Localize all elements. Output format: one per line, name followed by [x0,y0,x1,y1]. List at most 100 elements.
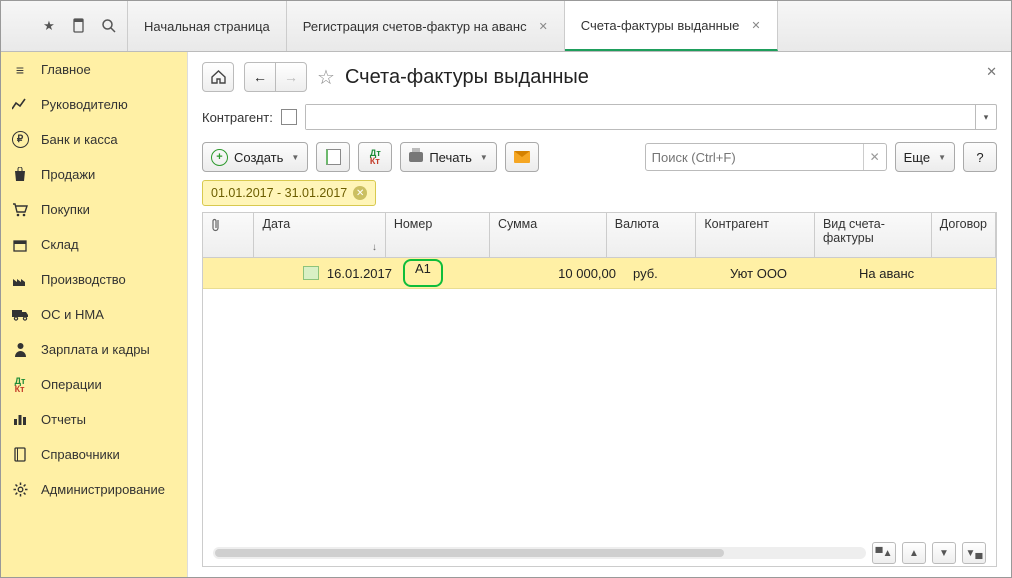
clear-search-button[interactable]: ✕ [863,144,886,170]
cell-date: 16.01.2017 [327,266,392,281]
col-invoice-type[interactable]: Вид счета-фактуры [815,213,932,257]
home-button[interactable] [202,62,234,92]
tab-label: Счета-фактуры выданные [581,18,740,33]
search-field[interactable] [646,144,863,170]
scroll-up-button[interactable]: ▲ [902,542,926,564]
bag-icon [11,166,29,184]
sidebar: ≡Главное Руководителю ₽Банк и касса Прод… [1,52,188,577]
sidebar-item-label: Справочники [41,447,120,462]
date-range-chip[interactable]: 01.01.2017 - 31.01.2017 ✕ [202,180,376,206]
forward-button[interactable]: → [275,62,307,92]
copy-button[interactable] [316,142,350,172]
filter-label: Контрагент: [202,110,273,125]
close-icon[interactable]: ✕ [751,19,760,32]
factory-icon [11,271,29,289]
apps-icon[interactable] [9,16,29,36]
close-page-button[interactable]: ✕ [986,64,997,80]
history-icon[interactable] [69,16,89,36]
posted-icon [303,266,319,280]
mail-button[interactable] [505,142,539,172]
data-grid: Дата↓ Номер Сумма Валюта Контрагент Вид … [202,212,997,567]
button-label: Еще [904,150,930,165]
plus-icon: + [211,149,228,166]
dtkt-icon: ДтКт [11,376,29,394]
filter-checkbox[interactable] [281,109,297,125]
button-label: Создать [234,150,283,165]
col-date[interactable]: Дата↓ [254,213,385,257]
sidebar-item-hr[interactable]: Зарплата и кадры [1,332,187,367]
col-contract[interactable]: Договор [932,213,996,257]
more-button[interactable]: Еще ▼ [895,142,955,172]
sidebar-item-purchases[interactable]: Покупки [1,192,187,227]
sidebar-item-label: ОС и НМА [41,307,104,322]
col-number[interactable]: Номер [386,213,490,257]
sidebar-item-manager[interactable]: Руководителю [1,87,187,122]
sidebar-item-label: Администрирование [41,482,165,497]
page-title: Счета-фактуры выданные [345,66,589,89]
cell-kind: На аванс [859,266,914,281]
col-counterparty[interactable]: Контрагент [696,213,815,257]
sidebar-item-admin[interactable]: Администрирование [1,472,187,507]
sidebar-item-warehouse[interactable]: Склад [1,227,187,262]
favorite-star-icon[interactable]: ☆ [317,65,335,90]
sidebar-item-reports[interactable]: Отчеты [1,402,187,437]
search-input[interactable]: ✕ [645,143,887,171]
sidebar-item-label: Покупки [41,202,90,217]
col-attachment[interactable] [203,213,254,257]
chart-icon [11,96,29,114]
gear-icon [11,481,29,499]
horizontal-scrollbar[interactable] [213,547,866,559]
button-label: ? [976,150,983,165]
tab-home[interactable]: Начальная страница [128,1,287,51]
topbar: ★ Начальная страница Регистрация счетов-… [1,1,1011,52]
menu-icon: ≡ [11,61,29,79]
counterparty-field[interactable] [306,105,975,129]
tab-registration[interactable]: Регистрация счетов-фактур на аванс ✕ [287,1,565,51]
back-button[interactable]: ← [244,62,275,92]
sidebar-item-assets[interactable]: ОС и НМА [1,297,187,332]
print-button[interactable]: Печать▼ [400,142,497,172]
book-icon [11,446,29,464]
counterparty-input[interactable]: ▾ [305,104,997,130]
cell-number-highlight: А1 [403,259,443,287]
printer-icon [409,152,423,162]
tab-label: Регистрация счетов-фактур на аванс [303,19,527,34]
cell-counterparty: Уют ООО [730,266,787,281]
sidebar-item-label: Производство [41,272,126,287]
sidebar-item-production[interactable]: Производство [1,262,187,297]
dtkt-button[interactable]: ДтКт [358,142,392,172]
tab-invoices-out[interactable]: Счета-фактуры выданные ✕ [565,1,778,51]
chevron-down-icon: ▼ [938,153,946,162]
grid-header: Дата↓ Номер Сумма Валюта Контрагент Вид … [203,213,996,258]
sidebar-item-label: Руководителю [41,97,128,112]
scroll-down-button[interactable]: ▼ [932,542,956,564]
sidebar-item-label: Банк и касса [41,132,118,147]
sidebar-item-bank[interactable]: ₽Банк и касса [1,122,187,157]
scroll-first-button[interactable]: ▀▲ [872,542,896,564]
sidebar-item-sales[interactable]: Продажи [1,157,187,192]
truck-icon [11,306,29,324]
cart-icon [11,201,29,219]
search-icon[interactable] [99,16,119,36]
create-button[interactable]: +Создать▼ [202,142,308,172]
table-row[interactable]: 16.01.2017 А1 10 000,00 руб. Уют ООО На … [203,258,996,289]
close-icon[interactable]: ✕ [539,20,548,33]
cell-number: А1 [415,261,431,276]
col-sum[interactable]: Сумма [490,213,607,257]
scroll-last-button[interactable]: ▼▄ [962,542,986,564]
sort-icon: ↓ [372,242,377,253]
sidebar-item-label: Склад [41,237,79,252]
dtkt-icon: ДтКт [370,149,381,165]
clear-date-icon[interactable]: ✕ [353,186,367,200]
help-button[interactable]: ? [963,142,997,172]
favorite-icon[interactable]: ★ [39,16,59,36]
box-icon [11,236,29,254]
col-currency[interactable]: Валюта [607,213,697,257]
mail-icon [514,151,530,163]
sidebar-item-operations[interactable]: ДтКт Операции [1,367,187,402]
sidebar-item-catalogs[interactable]: Справочники [1,437,187,472]
sidebar-item-label: Операции [41,377,102,392]
sidebar-item-main[interactable]: ≡Главное [1,52,187,87]
dropdown-icon[interactable]: ▾ [975,105,996,129]
button-label: Печать [429,150,472,165]
